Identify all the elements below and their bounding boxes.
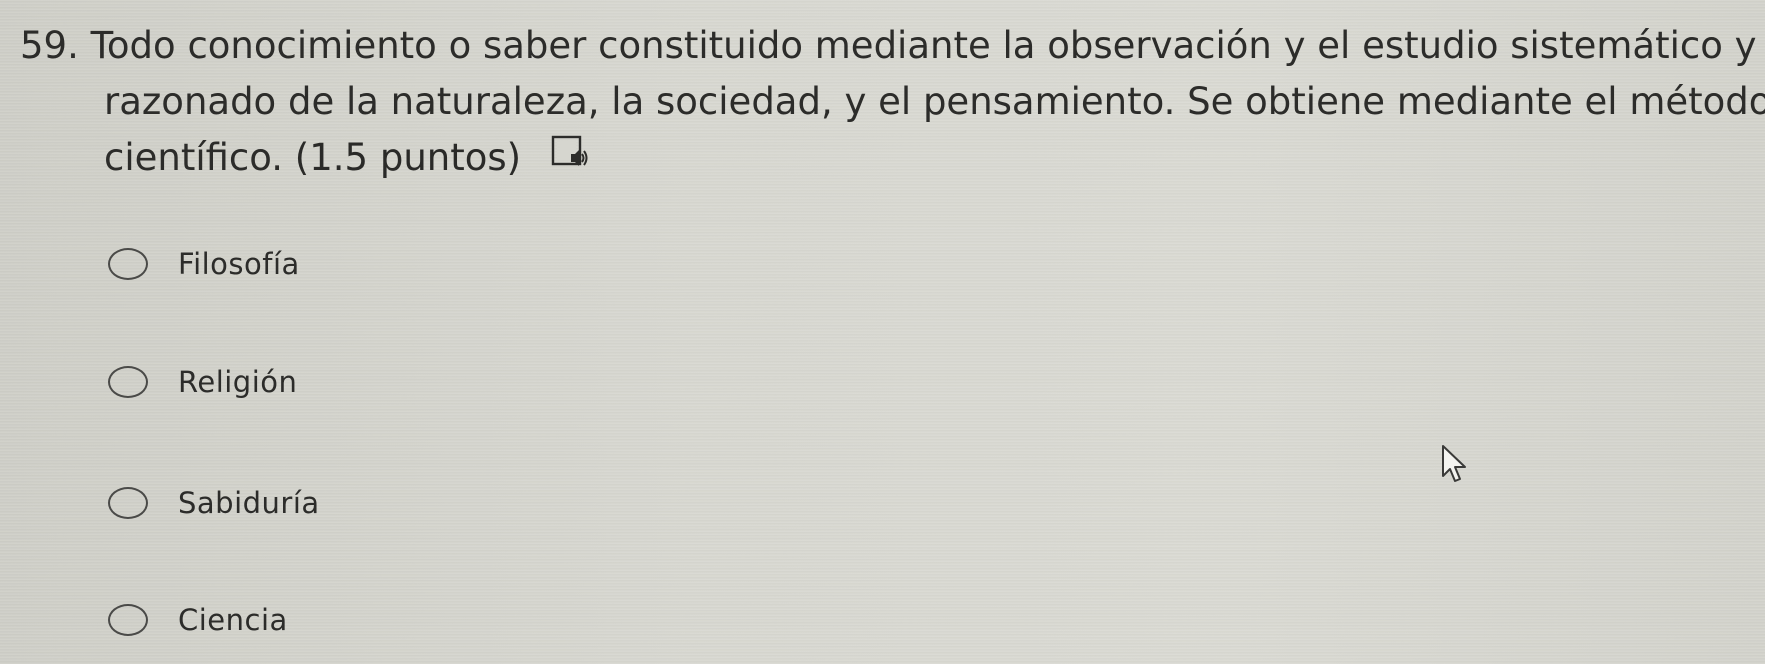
option-label: Ciencia [178, 603, 288, 637]
question-number: 59. [20, 24, 79, 67]
option-label: Sabiduría [178, 486, 320, 520]
question-line-2: razonado de la naturaleza, la sociedad, … [20, 74, 1765, 130]
mouse-pointer-icon [1441, 444, 1471, 488]
option-filosofia[interactable]: Filosofía [108, 242, 300, 286]
question-line-1: 59. Todo conocimiento o saber constituid… [20, 18, 1757, 74]
question-line-3: científico. (1.5 puntos) [20, 130, 1740, 188]
question-text-line-2: razonado de la naturaleza, la sociedad, … [104, 80, 1765, 123]
option-label: Filosofía [178, 247, 300, 281]
option-sabiduria[interactable]: Sabiduría [108, 481, 320, 525]
option-label: Religión [178, 365, 298, 399]
radio-button[interactable] [108, 366, 148, 398]
option-religion[interactable]: Religión [108, 360, 297, 404]
radio-button[interactable] [108, 487, 148, 519]
radio-button[interactable] [108, 248, 148, 280]
radio-button[interactable] [108, 604, 148, 636]
text-to-speech-icon[interactable] [551, 130, 589, 186]
question-points: (1.5 puntos) [294, 136, 522, 179]
option-ciencia[interactable]: Ciencia [108, 598, 288, 642]
question-text-line-1: Todo conocimiento o saber constituido me… [90, 24, 1757, 67]
question-text-line-3: científico. [104, 136, 284, 179]
question-block: 59. Todo conocimiento o saber constituid… [20, 18, 1765, 188]
